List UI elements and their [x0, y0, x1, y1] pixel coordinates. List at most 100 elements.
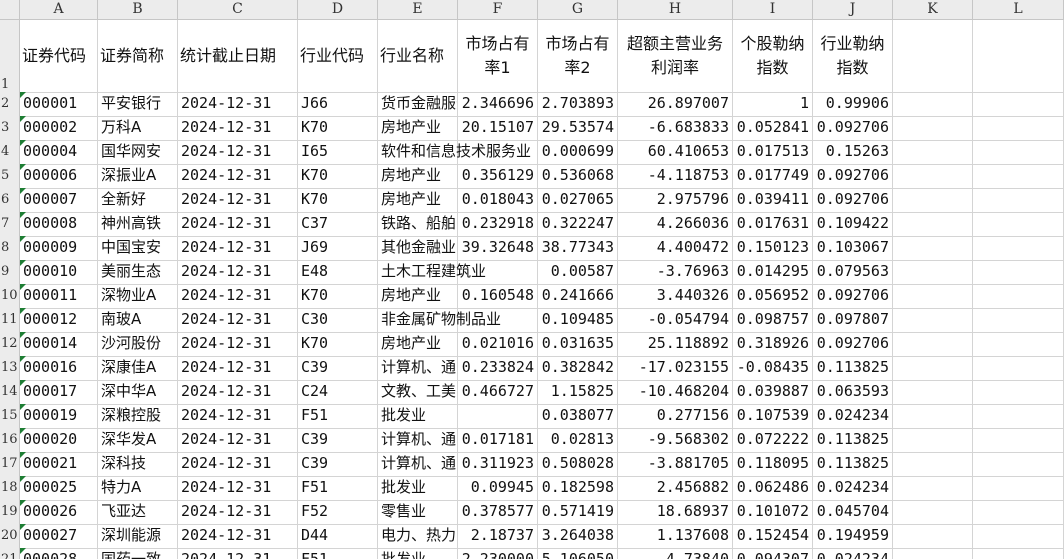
empty-cell[interactable] [893, 20, 973, 92]
cell-c[interactable]: 2024-12-31 [178, 452, 298, 476]
cell-j[interactable]: 0.092706 [813, 332, 893, 356]
empty-cell[interactable] [973, 188, 1064, 212]
cell-j[interactable]: 0.113825 [813, 428, 893, 452]
cell-h[interactable]: -17.023155 [618, 356, 733, 380]
cell-i[interactable]: 0.318926 [733, 332, 813, 356]
row-number[interactable]: 18 [0, 476, 20, 500]
column-header-f[interactable]: F [458, 0, 538, 19]
cell-c[interactable]: 2024-12-31 [178, 212, 298, 236]
cell-d[interactable]: E48 [298, 260, 378, 284]
cell-a[interactable]: 000021 [20, 452, 98, 476]
cell-h[interactable]: 2.975796 [618, 188, 733, 212]
cell-a[interactable]: 000002 [20, 116, 98, 140]
cell-g[interactable]: 0.038077 [538, 404, 618, 428]
empty-cell[interactable] [973, 20, 1064, 92]
cell-d[interactable]: K70 [298, 164, 378, 188]
cell-c[interactable]: 2024-12-31 [178, 332, 298, 356]
header-cell-e[interactable]: 行业名称 [378, 20, 458, 92]
cell-f[interactable]: 0.017181 [458, 428, 538, 452]
cell-b[interactable]: 万科A [98, 116, 178, 140]
cell-h[interactable]: 18.68937 [618, 500, 733, 524]
empty-cell[interactable] [973, 500, 1064, 524]
empty-cell[interactable] [893, 404, 973, 428]
cell-b[interactable]: 中国宝安 [98, 236, 178, 260]
cell-c[interactable]: 2024-12-31 [178, 500, 298, 524]
cell-i[interactable]: 0.017631 [733, 212, 813, 236]
column-header-a[interactable]: A [20, 0, 98, 19]
empty-cell[interactable] [893, 92, 973, 116]
cell-j[interactable]: 0.063593 [813, 380, 893, 404]
cell-j[interactable]: 0.194959 [813, 524, 893, 548]
cell-h[interactable]: 25.118892 [618, 332, 733, 356]
cell-j[interactable]: 0.045704 [813, 500, 893, 524]
cell-a[interactable]: 000026 [20, 500, 98, 524]
cell-j[interactable]: 0.092706 [813, 188, 893, 212]
cell-a[interactable]: 000019 [20, 404, 98, 428]
cell-f[interactable]: 0.09945 [458, 476, 538, 500]
cell-d[interactable]: C37 [298, 212, 378, 236]
row-number[interactable]: 12 [0, 332, 20, 356]
empty-cell[interactable] [973, 524, 1064, 548]
cell-h[interactable]: -9.568302 [618, 428, 733, 452]
row-number[interactable]: 4 [0, 140, 20, 164]
header-cell-f[interactable]: 市场占有率1 [458, 20, 538, 92]
spreadsheet-grid[interactable]: ABCDEFGHIJKL 1 证券代码 证券简称 统计截止日期 行业代码 行业名称 市场占有… [0, 0, 1064, 559]
cell-f[interactable]: 2.18737 [458, 524, 538, 548]
cell-g[interactable]: 1.15825 [538, 380, 618, 404]
cell-e[interactable]: 铁路、船舶 [378, 212, 458, 236]
cell-a[interactable]: 000027 [20, 524, 98, 548]
row-number[interactable]: 15 [0, 404, 20, 428]
cell-g[interactable]: 0.382842 [538, 356, 618, 380]
row-number[interactable]: 11 [0, 308, 20, 332]
cell-d[interactable]: F51 [298, 404, 378, 428]
cell-j[interactable]: 0.092706 [813, 116, 893, 140]
cell-g[interactable]: 0.536068 [538, 164, 618, 188]
cell-c[interactable]: 2024-12-31 [178, 140, 298, 164]
cell-a[interactable]: 000007 [20, 188, 98, 212]
empty-cell[interactable] [973, 332, 1064, 356]
cell-h[interactable]: 60.410653 [618, 140, 733, 164]
column-header-k[interactable]: K [893, 0, 973, 19]
cell-e[interactable]: 房地产业 [378, 332, 458, 356]
cell-g[interactable]: 0.000699 [538, 140, 618, 164]
cell-b[interactable]: 国华网安 [98, 140, 178, 164]
cell-h[interactable]: -10.468204 [618, 380, 733, 404]
cell-h[interactable]: 0.277156 [618, 404, 733, 428]
cell-i[interactable]: 0.152454 [733, 524, 813, 548]
cell-c[interactable]: 2024-12-31 [178, 476, 298, 500]
column-header-j[interactable]: J [813, 0, 893, 19]
empty-cell[interactable] [893, 116, 973, 140]
cell-b[interactable]: 深中华A [98, 380, 178, 404]
column-header-l[interactable]: L [973, 0, 1064, 19]
cell-c[interactable]: 2024-12-31 [178, 116, 298, 140]
cell-i[interactable]: 0.017513 [733, 140, 813, 164]
row-number[interactable]: 8 [0, 236, 20, 260]
empty-cell[interactable] [973, 548, 1064, 559]
cell-e[interactable]: 软件和信息技术服务业 [378, 140, 531, 164]
cell-b[interactable]: 南玻A [98, 308, 178, 332]
cell-e[interactable]: 文教、工美 [378, 380, 458, 404]
empty-cell[interactable] [893, 260, 973, 284]
cell-i[interactable]: 0.098757 [733, 308, 813, 332]
cell-c[interactable]: 2024-12-31 [178, 380, 298, 404]
row-number[interactable]: 13 [0, 356, 20, 380]
cell-a[interactable]: 000012 [20, 308, 98, 332]
cell-b[interactable]: 飞亚达 [98, 500, 178, 524]
cell-c[interactable]: 2024-12-31 [178, 260, 298, 284]
cell-f[interactable]: 0.021016 [458, 332, 538, 356]
cell-i[interactable]: 0.150123 [733, 236, 813, 260]
row-number[interactable]: 16 [0, 428, 20, 452]
cell-d[interactable]: F51 [298, 476, 378, 500]
cell-i[interactable]: -0.08435 [733, 356, 813, 380]
header-cell-c[interactable]: 统计截止日期 [178, 20, 298, 92]
cell-f[interactable]: 0.233824 [458, 356, 538, 380]
header-cell-i[interactable]: 个股勒纳指数 [733, 20, 813, 92]
cell-j[interactable]: 0.113825 [813, 356, 893, 380]
header-cell-a[interactable]: 证券代码 [20, 20, 98, 92]
cell-g[interactable]: 0.241666 [538, 284, 618, 308]
cell-c[interactable]: 2024-12-31 [178, 188, 298, 212]
cell-e[interactable]: 计算机、通 [378, 428, 458, 452]
row-number[interactable]: 20 [0, 524, 20, 548]
empty-cell[interactable] [893, 500, 973, 524]
cell-j[interactable]: 0.109422 [813, 212, 893, 236]
